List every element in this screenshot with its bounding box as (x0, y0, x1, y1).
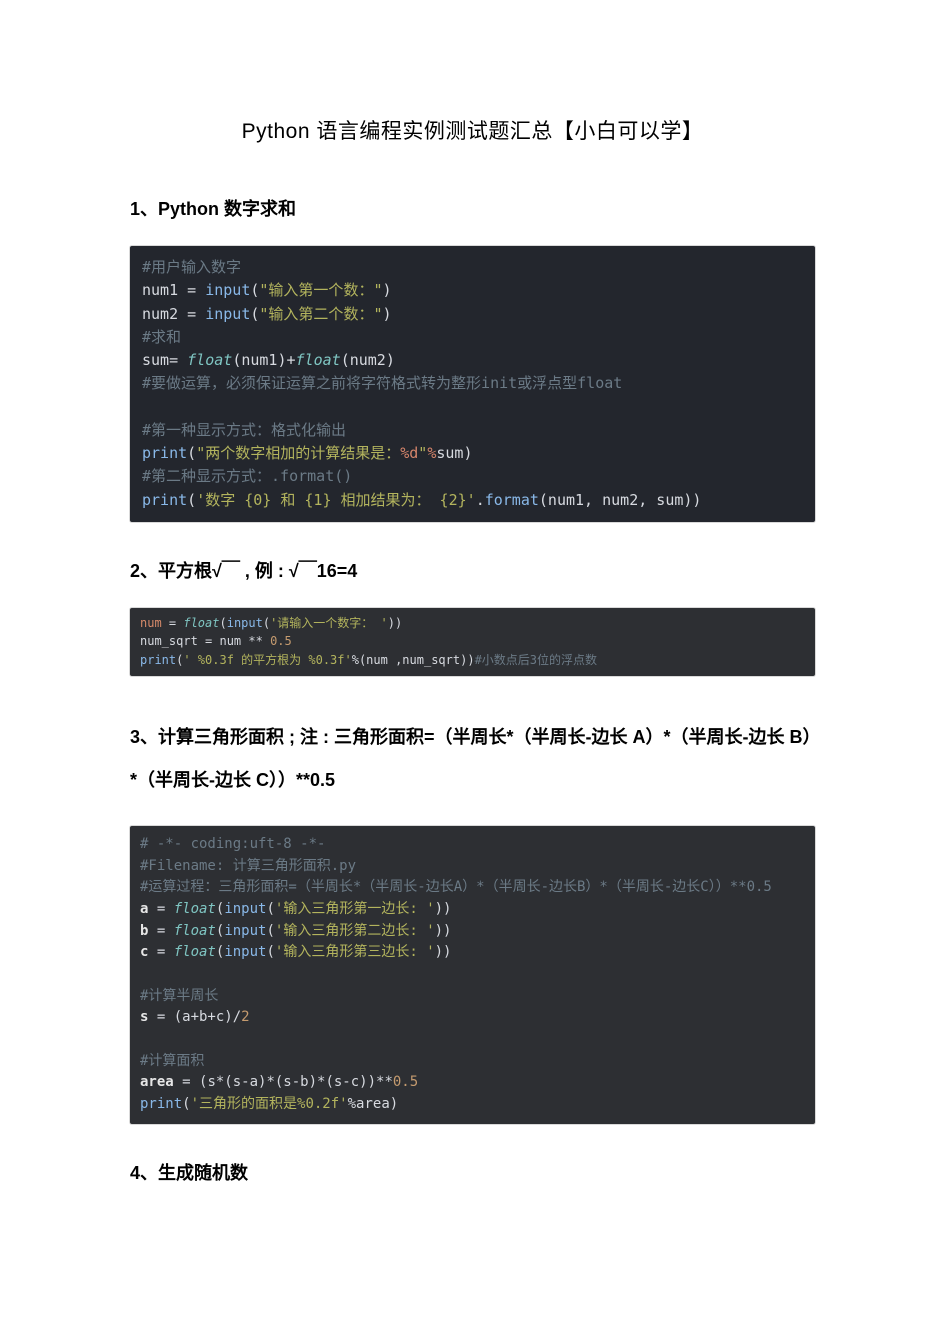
code2-l3a: print (140, 653, 176, 667)
code1-l5b: = (169, 351, 187, 369)
code2-l3d: %(num ,num_sqrt)) (352, 653, 475, 667)
code3-l5f: ( (266, 923, 274, 939)
section4-heading: 4、生成随机数 (130, 1164, 815, 1182)
code3-l5b: = (157, 923, 174, 939)
code3-l5g: '输入三角形第二边长: ' (275, 923, 435, 939)
code1-l9c: "两个数字相加的计算结果是： (196, 444, 400, 462)
code1-l11e: format (485, 491, 539, 509)
code3-l6f: ( (266, 944, 274, 960)
code1-l2f: "输入第一个数：" (259, 281, 382, 299)
code3-l9a: s (140, 1009, 157, 1025)
code1-l9d: %d (400, 444, 418, 462)
code3-l4e: input (224, 901, 266, 917)
code3-l5e: input (224, 923, 266, 939)
code2-l1c: float (183, 616, 219, 630)
code1-l5e: + (287, 351, 296, 369)
code3-l1: # -*- coding:uft-8 -*- (140, 836, 325, 852)
code2-l3c: ' %0.3f 的平方根为 %0.3f' (183, 653, 351, 667)
code1-l11a: print (142, 491, 187, 509)
code3-l6b: = (157, 944, 174, 960)
code3-l11: #计算面积 (140, 1053, 204, 1069)
document-page: Python 语言编程实例测试题汇总【小白可以学】 1、Python 数字求和 … (0, 0, 945, 1337)
code2-l1d: ( (219, 616, 226, 630)
code3-l6h: )) (435, 944, 452, 960)
code2-l2b: = num ** (205, 634, 270, 648)
code1-l3g: ) (382, 305, 391, 323)
code3-l4c: float (174, 901, 216, 917)
code1-l2a: num1 (142, 281, 187, 299)
code3-l6e: input (224, 944, 266, 960)
code3-l4h: )) (435, 901, 452, 917)
code1-l11c: '数字 {0} 和 {1} 相加结果为： {2}' (196, 491, 476, 509)
code1-l4: #求和 (142, 328, 181, 346)
code1-l3d: input (205, 305, 250, 323)
code1-l5c: float (187, 351, 232, 369)
code3-l4g: '输入三角形第一边长: ' (275, 901, 435, 917)
code3-l5c: float (174, 923, 216, 939)
code3-l5h: )) (435, 923, 452, 939)
code1-l5f: float (296, 351, 341, 369)
code1-l3c (196, 305, 205, 323)
code2-l1f: ( (263, 616, 270, 630)
code3-l13d: %area) (348, 1096, 399, 1112)
code1-l2b: = (187, 281, 196, 299)
section2-heading: 2、平方根√￣ , 例 : √￣16=4 (130, 562, 815, 580)
code1-l3f: "输入第二个数：" (259, 305, 382, 323)
code1-l9e: " (418, 444, 427, 462)
code3-l12c: 0.5 (393, 1074, 418, 1090)
code3-l12a: area (140, 1074, 182, 1090)
code1-l9h: ) (463, 444, 472, 462)
code1-l9f: % (427, 444, 436, 462)
code1-l2d: input (205, 281, 250, 299)
code1-l11f: (num1, num2, sum)) (539, 491, 702, 509)
code3-l4b: = (157, 901, 174, 917)
code3-l13c: '三角形的面积是%0.2f' (191, 1096, 348, 1112)
code3-l9c: 2 (241, 1009, 249, 1025)
code1-l11b: ( (187, 491, 196, 509)
code2-l1a: num (140, 616, 169, 630)
code1-l5a: sum (142, 351, 169, 369)
code2-l1g: '请输入一个数字： ' (270, 616, 388, 630)
code1-l1: #用户输入数字 (142, 258, 241, 276)
code3-l13b: ( (182, 1096, 190, 1112)
code3-l5a: b (140, 923, 157, 939)
code2-l2c: 0.5 (270, 634, 292, 648)
code1-l8: #第一种显示方式：格式化输出 (142, 421, 346, 439)
code-block-1: #用户输入数字 num1 = input ( "输入第一个数：") num2 = i… (130, 246, 815, 522)
code2-l1e: input (227, 616, 263, 630)
code3-l2: #Filename: 计算三角形面积.py (140, 858, 356, 874)
code1-l3b: = (187, 305, 196, 323)
section3-heading: 3、计算三角形面积 ; 注 : 三角形面积=（半周长*（半周长-边长 A）*（半… (130, 716, 815, 802)
code2-l3e: #小数点后3位的浮点数 (475, 653, 597, 667)
code3-l9b: = (a+b+c)/ (157, 1009, 241, 1025)
code3-l4f: ( (266, 901, 274, 917)
code1-l10: #第二种显示方式：.format() (142, 467, 352, 485)
code2-l1b: = (169, 616, 183, 630)
code1-l9b: ( (187, 444, 196, 462)
code1-l5g: (num2) (341, 351, 395, 369)
code1-l9a: print (142, 444, 187, 462)
code3-l6g: '输入三角形第三边长: ' (275, 944, 435, 960)
code1-l11d: . (476, 491, 485, 509)
code1-l5d: (num1) (232, 351, 286, 369)
code2-l1h: )) (388, 616, 402, 630)
code3-l13a: print (140, 1096, 182, 1112)
code1-l3a: num2 (142, 305, 187, 323)
code2-l2a: num_sqrt (140, 634, 205, 648)
code3-l3: #运算过程：三角形面积=（半周长*（半周长-边长A）*（半周长-边长B）*（半周… (140, 879, 772, 895)
code-block-2: num = float(input('请输入一个数字： ')) num_sqrt… (130, 608, 815, 676)
code3-l6a: c (140, 944, 157, 960)
code1-l2g: ) (382, 281, 391, 299)
code3-l8: #计算半周长 (140, 988, 218, 1004)
code1-l9g: sum (436, 444, 463, 462)
code3-l12b: = (s*(s-a)*(s-b)*(s-c))** (182, 1074, 393, 1090)
code3-l4a: a (140, 901, 157, 917)
code-block-3: # -*- coding:uft-8 -*- #Filename: 计算三角形面… (130, 826, 815, 1124)
code1-l6: #要做运算，必须保证运算之前将字符格式转为整形init或浮点型float (142, 374, 622, 392)
code1-l2c (196, 281, 205, 299)
section1-heading: 1、Python 数字求和 (130, 200, 815, 218)
code3-l6c: float (174, 944, 216, 960)
page-title: Python 语言编程实例测试题汇总【小白可以学】 (130, 115, 815, 145)
